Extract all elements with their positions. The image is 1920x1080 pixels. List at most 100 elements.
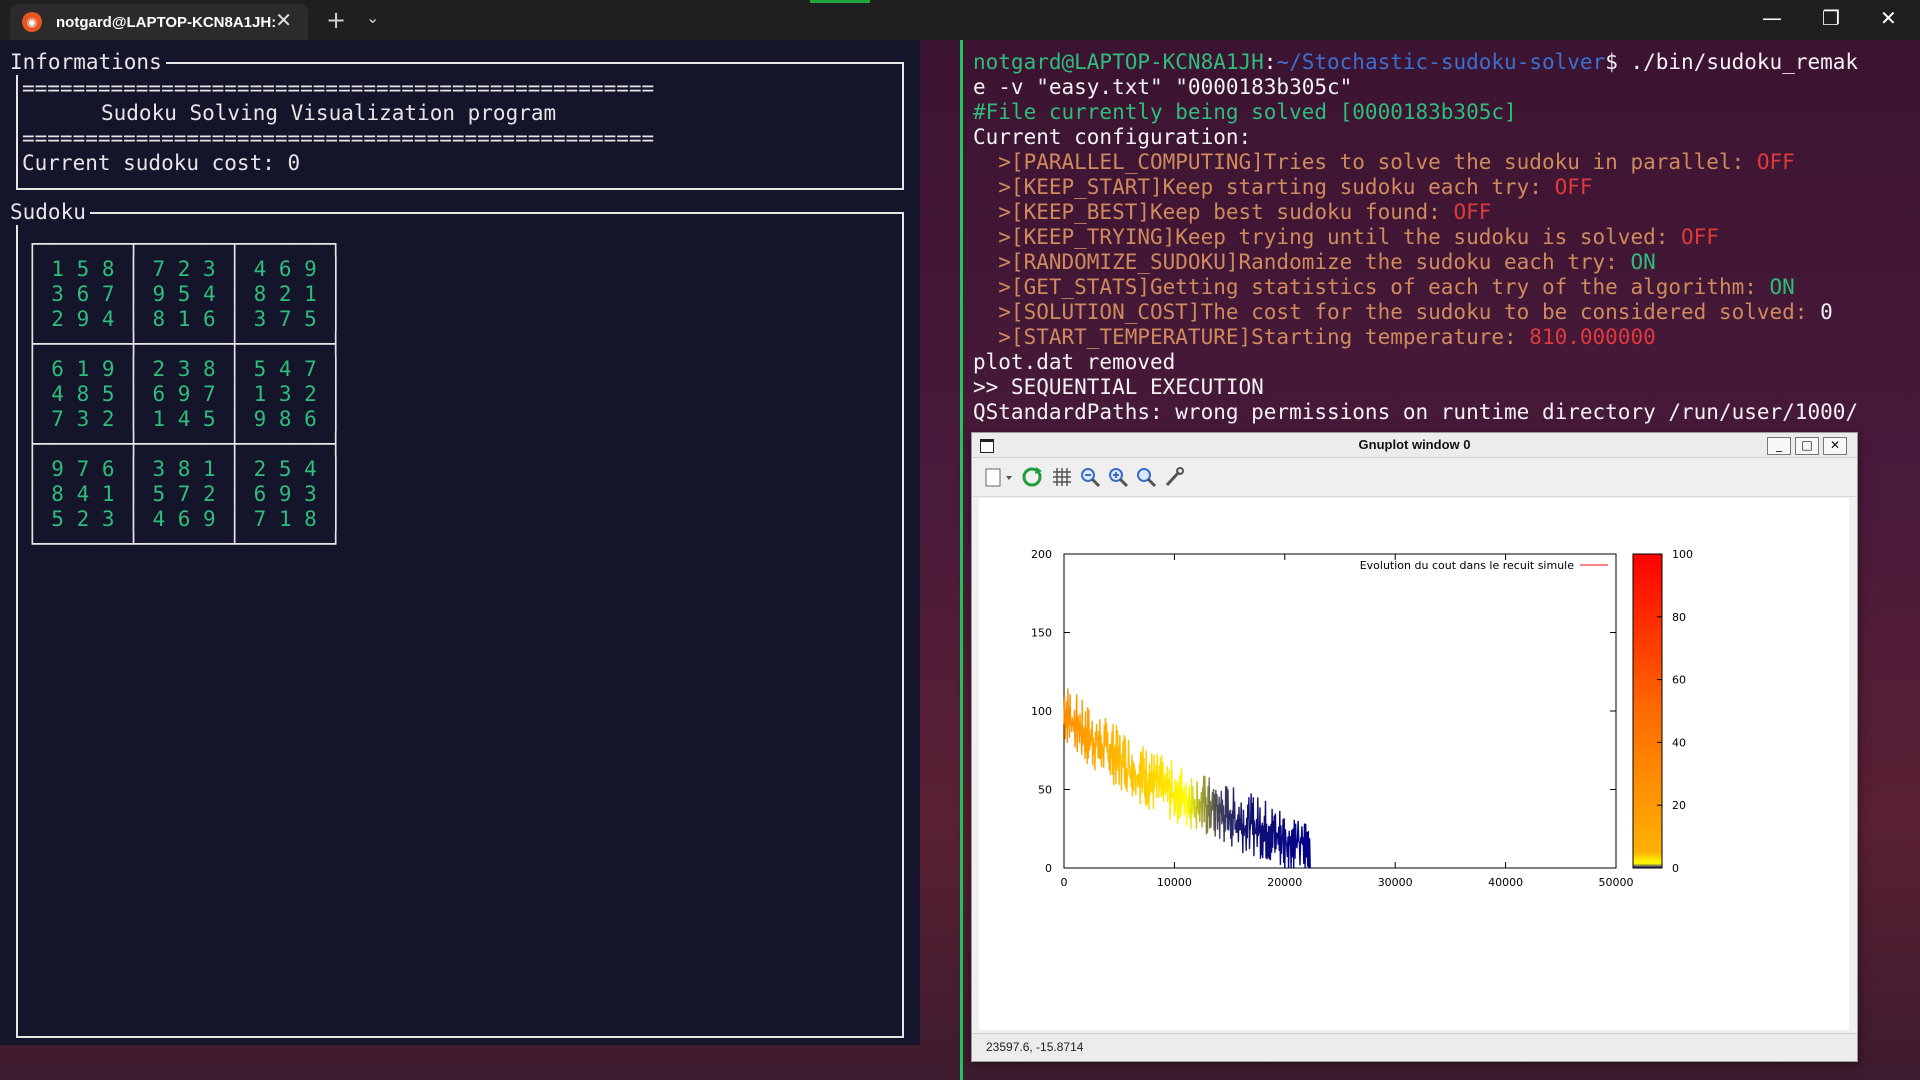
sudoku-grid: ┌───────┬───────┬───────┐ │ 1 5 8 │ 7 2 3…	[26, 232, 342, 557]
sudoku-label: Sudoku	[10, 200, 90, 225]
prompt-command: $ ./bin/sudoku_remak	[1605, 50, 1859, 74]
gnuplot-maximize-button[interactable]: □	[1795, 437, 1819, 455]
sudoku-row: │ 1 5 8 │ 7 2 3 │ 4 6 9 │	[26, 257, 343, 281]
sudoku-block-cells: 7 1 8	[253, 507, 317, 531]
gnuplot-title: Gnuplot window 0	[1358, 437, 1471, 452]
sudoku-block-cells: 1 3 2	[253, 382, 317, 406]
grid-border-middle: ├───────┼───────┼───────┤	[26, 332, 343, 356]
sudoku-block-cells: 1 4 5	[152, 407, 216, 431]
gnuplot-plot-area[interactable]: 0 10000 20000 30000 40000 50000 0 50 100 150 200 Ev…	[979, 498, 1849, 1030]
sudoku-block-cells: 9 5 4	[152, 282, 216, 306]
config-value: ON	[1630, 250, 1656, 274]
command-continuation: e -v "easy.txt" "0000183b305c"	[973, 75, 1353, 99]
config-text: >[START_TEMPERATURE]Starting temperature…	[973, 325, 1530, 349]
x-tick-label: 0	[1061, 876, 1068, 889]
config-line: >[GET_STATS]Getting statistics of each t…	[973, 275, 1795, 300]
colorbox	[1632, 553, 1663, 869]
sudoku-row: │ 7 3 2 │ 1 4 5 │ 9 8 6 │	[26, 407, 343, 431]
plot-removed-line: plot.dat removed	[973, 350, 1176, 374]
config-line: >[RANDOMIZE_SUDOKU]Randomize the sudoku …	[973, 250, 1656, 275]
x-tick-label: 20000	[1267, 876, 1302, 889]
sudoku-block-cells: 4 6 9	[152, 507, 216, 531]
info-label: Informations	[10, 50, 166, 75]
grid-border-bottom: └───────┴───────┴───────┘	[26, 532, 343, 556]
file-line: #File currently being solved [0000183b30…	[973, 100, 1517, 124]
config-value: OFF	[1681, 225, 1719, 249]
gnuplot-toolbar	[972, 458, 1857, 497]
cb-tick-label: 20	[1672, 799, 1686, 812]
config-line: >[SOLUTION_COST]The cost for the sudoku …	[973, 300, 1832, 325]
sudoku-row: │ 9 7 6 │ 3 8 1 │ 2 5 4 │	[26, 457, 343, 481]
minimize-button[interactable]: —	[1762, 6, 1782, 30]
grid-border-middle: ├───────┼───────┼───────┤	[26, 432, 343, 456]
config-text: >[KEEP_TRYING]Keep trying until the sudo…	[973, 225, 1682, 249]
tab-title: notgard@LAPTOP-KCN8A1JH:	[56, 13, 277, 31]
sudoku-block-cells: 3 8 1	[152, 457, 216, 481]
cb-tick-label: 60	[1672, 674, 1686, 687]
sudoku-row: │ 3 6 7 │ 9 5 4 │ 8 2 1 │	[26, 282, 343, 306]
tab-close-button[interactable]: ✕	[275, 8, 292, 32]
gnuplot-titlebar[interactable]: Gnuplot window 0 _ □ ✕	[972, 433, 1857, 458]
sudoku-block-cells: 6 9 3	[253, 482, 317, 506]
plot-border	[1063, 553, 1617, 869]
config-value: OFF	[1453, 200, 1492, 224]
sudoku-block-cells: 6 9 7	[152, 382, 216, 406]
sudoku-block-cells: 2 9 4	[51, 307, 115, 331]
sudoku-block-cells: 2 5 4	[253, 457, 317, 481]
sudoku-block-cells: 8 1 6	[152, 307, 216, 331]
export-icon[interactable]	[984, 466, 1012, 488]
gnuplot-statusbar: 23597.6, -15.8714	[972, 1033, 1857, 1060]
grid-border-top: ┌───────┬───────┬───────┐	[26, 232, 343, 256]
replot-icon[interactable]	[1020, 466, 1044, 488]
sudoku-block-cells: 5 7 2	[152, 482, 216, 506]
grid-icon[interactable]	[1050, 466, 1074, 488]
sequential-line: >> SEQUENTIAL EXECUTION	[973, 375, 1264, 399]
sudoku-row: │ 4 8 5 │ 6 9 7 │ 1 3 2 │	[26, 382, 343, 406]
progress-indicator	[810, 0, 870, 3]
sudoku-cost: Current sudoku cost: 0	[22, 151, 301, 175]
terminal-tab[interactable]: ◉ notgard@LAPTOP-KCN8A1JH: ✕	[10, 4, 308, 40]
config-line: >[KEEP_BEST]Keep best sudoku found: OFF	[973, 200, 1491, 225]
config-text: >[KEEP_BEST]Keep best sudoku found:	[973, 200, 1454, 224]
config-text: >[KEEP_START]Keep starting sudoku each t…	[973, 175, 1555, 199]
info-separator-top: ========================================…	[22, 76, 655, 100]
y-tick-label: 200	[1031, 548, 1052, 561]
y-tick-label: 50	[1038, 784, 1052, 797]
config-heading: Current configuration:	[973, 125, 1252, 149]
maximize-button[interactable]: ❐	[1822, 6, 1840, 30]
x-tick-label: 10000	[1157, 876, 1192, 889]
sudoku-block-cells: 6 1 9	[51, 357, 115, 381]
autoscale-icon[interactable]	[1134, 466, 1158, 488]
gnuplot-close-button[interactable]: ✕	[1823, 437, 1847, 455]
gnuplot-window[interactable]: Gnuplot window 0 _ □ ✕ 0 10000 20000 30000 4…	[971, 432, 1858, 1062]
sudoku-block-cells: 5 4 7	[253, 357, 317, 381]
cb-tick-label: 0	[1672, 862, 1679, 875]
config-value: 810.000000	[1529, 325, 1656, 349]
gnuplot-minimize-button[interactable]: _	[1767, 437, 1791, 455]
new-tab-button[interactable]: +	[326, 6, 346, 34]
sudoku-block-cells: 9 8 6	[253, 407, 317, 431]
config-value: OFF	[1554, 175, 1593, 199]
y-tick-label: 150	[1031, 627, 1052, 640]
sudoku-row: │ 8 4 1 │ 5 7 2 │ 6 9 3 │	[26, 482, 343, 506]
zoom-prev-icon[interactable]	[1078, 466, 1102, 488]
config-line: >[START_TEMPERATURE]Starting temperature…	[973, 325, 1656, 350]
sudoku-row: │ 5 2 3 │ 4 6 9 │ 7 1 8 │	[26, 507, 343, 531]
config-value: ON	[1769, 275, 1795, 299]
sudoku-block-cells: 3 7 5	[253, 307, 317, 331]
sudoku-block-cells: 1 5 8	[51, 257, 115, 281]
x-tick-label: 50000	[1599, 876, 1634, 889]
ubuntu-icon: ◉	[22, 12, 42, 32]
series-line	[1063, 688, 1311, 869]
y-tick-label: 0	[1045, 862, 1052, 875]
pane-divider[interactable]	[960, 40, 963, 1080]
close-window-button[interactable]: ✕	[1880, 6, 1897, 30]
zoom-next-icon[interactable]	[1106, 466, 1130, 488]
sudoku-block-cells: 7 3 2	[51, 407, 115, 431]
cb-tick-label: 40	[1672, 736, 1686, 749]
sudoku-block-cells: 7 2 3	[152, 257, 216, 281]
qt-warning-line: QStandardPaths: wrong permissions on run…	[973, 400, 1859, 424]
settings-icon[interactable]	[1162, 466, 1186, 488]
tab-dropdown-button[interactable]: ⌄	[366, 8, 379, 27]
config-text: >[PARALLEL_COMPUTING]Tries to solve the …	[973, 150, 1757, 174]
